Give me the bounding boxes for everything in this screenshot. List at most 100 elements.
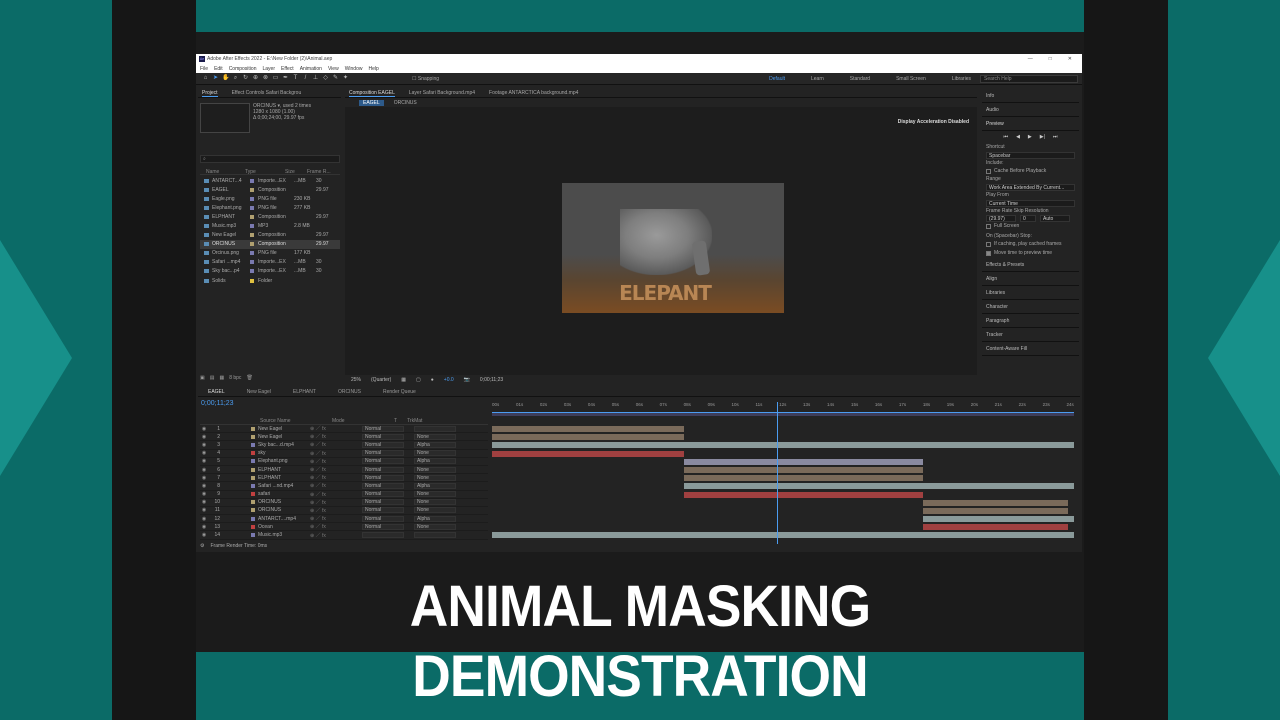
new-comp-icon[interactable]: ▦ (219, 375, 224, 383)
resolution-select[interactable]: Auto (1040, 215, 1070, 222)
layer-switches[interactable]: ⊕ ／ fx (310, 515, 362, 522)
color-icon[interactable]: ● (431, 377, 434, 383)
layer-color[interactable] (251, 451, 255, 456)
tab-eagel[interactable]: EAGEL (208, 389, 225, 395)
col-size[interactable]: Size (285, 169, 307, 175)
mode-select[interactable]: Normal (362, 515, 404, 522)
trkmat-select[interactable]: None (414, 507, 456, 514)
layer-color[interactable] (251, 483, 255, 488)
workspace-libraries[interactable]: Libraries (952, 76, 971, 82)
brush-tool-icon[interactable]: / (302, 75, 309, 82)
trkmat-select[interactable]: None (414, 474, 456, 481)
shortcut-select[interactable]: Spacebar (986, 152, 1075, 159)
panel-info[interactable]: Info (982, 89, 1079, 103)
trkmat-select[interactable]: Alpha (414, 515, 456, 522)
layer-switches[interactable]: ⊕ ／ fx (310, 433, 362, 440)
panel-paragraph[interactable]: Paragraph (982, 314, 1079, 328)
project-item[interactable]: EAGEL Composition 29.97 (200, 185, 340, 194)
new-folder-icon[interactable]: ▤ (210, 375, 215, 383)
panel-character[interactable]: Character (982, 300, 1079, 314)
trkmat-select[interactable] (414, 425, 456, 432)
layer-switches[interactable]: ⊕ ／ fx (310, 523, 362, 530)
tab-elphant[interactable]: ELPHANT (293, 389, 316, 395)
interpret-footage-icon[interactable]: ▣ (200, 375, 205, 383)
minimize-button[interactable]: — (1028, 56, 1033, 62)
col-frame-rate[interactable]: Frame R... (307, 169, 331, 175)
layer-row[interactable]: ◉ 5 Elephant.png ⊕ ／ fx Normal Alpha (200, 458, 488, 466)
menu-layer[interactable]: Layer (262, 66, 275, 72)
mode-select[interactable]: Normal (362, 507, 404, 514)
breadcrumb-eagel[interactable]: EAGEL (359, 99, 384, 106)
play-from-select[interactable]: Current Time (986, 200, 1075, 207)
trkmat-select[interactable]: Alpha (414, 441, 456, 448)
layer-color[interactable] (251, 524, 255, 529)
layer-duration-bar[interactable] (684, 458, 923, 465)
tab-footage[interactable]: Footage ANTARCTICA background.mp4 (489, 90, 578, 96)
puppet-tool-icon[interactable]: ✦ (342, 75, 349, 82)
menu-effect[interactable]: Effect (281, 66, 294, 72)
layer-row[interactable]: ◉ 4 sky ⊕ ／ fx Normal None (200, 450, 488, 458)
layer-duration-bar[interactable] (684, 491, 923, 498)
layer-duration-bar[interactable] (922, 499, 1069, 506)
cache-checkbox[interactable]: Cache Before Playback (982, 167, 1079, 176)
selection-tool-icon[interactable]: ➤ (212, 75, 219, 82)
layer-color[interactable] (251, 442, 255, 447)
layer-duration-bar[interactable] (684, 483, 1074, 490)
maximize-button[interactable]: □ (1049, 56, 1052, 62)
project-item[interactable]: Elephant.png PNG file 277 KB (200, 203, 340, 212)
home-icon[interactable]: ⌂ (202, 75, 209, 82)
bpc-label[interactable]: 8 bpc (229, 375, 241, 383)
eye-icon[interactable]: ◉ (200, 491, 208, 497)
layer-row[interactable]: ◉ 6 ELPHANT ⊕ ／ fx Normal None (200, 466, 488, 475)
grid-icon[interactable]: ▦ (401, 377, 406, 383)
type-tool-icon[interactable]: T (292, 75, 299, 82)
layer-duration-bar[interactable] (922, 516, 1074, 523)
tab-project[interactable]: Project (202, 90, 218, 97)
layer-row[interactable]: ◉ 9 safari ⊕ ／ fx Normal None (200, 491, 488, 499)
eye-icon[interactable]: ◉ (200, 475, 208, 481)
eye-icon[interactable]: ◉ (200, 426, 208, 432)
layer-color[interactable] (251, 533, 255, 538)
trkmat-select[interactable]: Alpha (414, 482, 456, 489)
trkmat-select[interactable] (414, 532, 456, 539)
layer-duration-bar[interactable] (492, 450, 685, 457)
mode-select[interactable] (362, 532, 404, 539)
project-item[interactable]: ELPHANT Composition 29.97 (200, 212, 340, 221)
mode-select[interactable]: Normal (362, 466, 404, 473)
eye-icon[interactable]: ◉ (200, 434, 208, 440)
layer-switches[interactable]: ⊕ ／ fx (310, 474, 362, 481)
layer-switches[interactable]: ⊕ ／ fx (310, 507, 362, 514)
panel-tracker[interactable]: Tracker (982, 328, 1079, 342)
eye-icon[interactable]: ◉ (200, 467, 208, 473)
mode-select[interactable]: Normal (362, 450, 404, 457)
tab-orcinus[interactable]: ORCINUS (338, 389, 361, 395)
fullscreen-checkbox[interactable]: Full Screen (982, 222, 1079, 231)
playhead[interactable] (777, 402, 779, 544)
project-item[interactable]: New Eagel Composition 29.97 (200, 231, 340, 240)
pen-tool-icon[interactable]: ✒ (282, 75, 289, 82)
tab-render-queue[interactable]: Render Queue (383, 389, 416, 395)
eraser-tool-icon[interactable]: ◇ (322, 75, 329, 82)
mode-select[interactable]: Normal (362, 474, 404, 481)
project-item[interactable]: Safari ...mp4 Importe...EX ...MB 30 (200, 258, 340, 267)
layer-switches[interactable]: ⊕ ／ fx (310, 458, 362, 465)
layer-row[interactable]: ◉ 2 New Eagel ⊕ ／ fx Normal None (200, 433, 488, 442)
layer-row[interactable]: ◉ 12 ANTARCT....mp4 ⊕ ／ fx Normal Alpha (200, 515, 488, 524)
play-icon[interactable]: ▶ (1028, 134, 1032, 141)
roto-tool-icon[interactable]: ✎ (332, 75, 339, 82)
eye-icon[interactable]: ◉ (200, 450, 208, 456)
panel-effects-presets[interactable]: Effects & Presets (982, 258, 1079, 272)
layer-duration-bar[interactable] (492, 532, 1074, 539)
workspace-default[interactable]: Default (769, 76, 785, 82)
layer-duration-bar[interactable] (492, 434, 685, 441)
trkmat-select[interactable]: None (414, 433, 456, 440)
mode-select[interactable]: Normal (362, 499, 404, 506)
trkmat-select[interactable]: None (414, 466, 456, 473)
project-item[interactable]: Eagle.png PNG file 230 KB (200, 194, 340, 203)
trkmat-select[interactable]: Alpha (414, 458, 456, 465)
eye-icon[interactable]: ◉ (200, 507, 208, 513)
move-time-checkbox[interactable]: Move time to preview time (982, 249, 1079, 258)
tab-new-eagel[interactable]: New Eagel (247, 389, 271, 395)
pan-behind-tool-icon[interactable]: ⊗ (262, 75, 269, 82)
layer-duration-bar[interactable] (492, 426, 685, 432)
